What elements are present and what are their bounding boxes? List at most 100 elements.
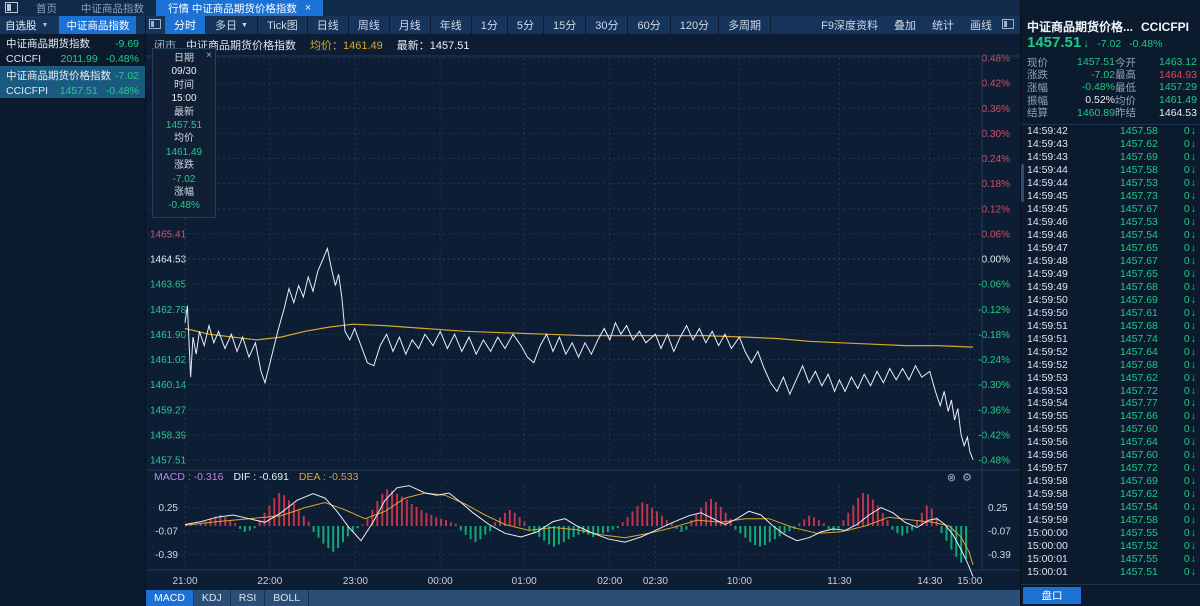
trade-time: 14:59:57 [1027,462,1079,474]
quote-code: CCICFPI [1141,20,1189,34]
trade-row: 14:59:491457.680↓ [1021,280,1200,293]
period-tab[interactable]: 1分 [472,16,508,34]
close-icon[interactable]: × [305,2,311,14]
indicator-tab-rsi[interactable]: RSI [231,590,266,606]
trade-row: 14:59:441457.530↓ [1021,177,1200,190]
down-arrow-icon: ↓ [1191,229,1196,241]
toolbar-action[interactable]: 叠加 [886,17,924,33]
toolbar-action[interactable]: F9深度资料 [813,17,886,33]
down-arrow-icon: ↓ [1191,203,1196,215]
svg-text:1461.90: 1461.90 [150,330,187,341]
gear-icon[interactable]: ⚙ [962,472,978,484]
close-icon[interactable]: × [206,50,212,61]
trade-row: 14:59:521457.640↓ [1021,345,1200,358]
trade-volume: 0 [1184,501,1190,513]
toolbar-action[interactable]: 画线 [962,17,1000,33]
down-arrow-icon: ↓ [1191,423,1196,435]
trade-price: 1457.58 [1079,514,1158,526]
down-arrow-icon: ↓ [1191,566,1196,578]
watchlist-item-line2: CCICFI2011.99-0.48% [6,51,139,66]
trade-time: 14:59:45 [1027,190,1079,202]
intraday-chart[interactable]: 0.48%0.42%0.36%0.30%0.24%0.18%0.12%0.06%… [146,34,1020,590]
indicator-tab-kdj[interactable]: KDJ [194,590,231,606]
svg-text:1460.14: 1460.14 [150,380,187,391]
layout-grid-icon[interactable] [149,19,161,29]
down-arrow-icon: ↓ [1191,359,1196,371]
trade-volume: 0 [1184,229,1190,241]
stat-label: 结算 [1027,105,1053,120]
price-change: -7.02 [1097,38,1121,50]
period-tab[interactable]: 日线 [308,16,349,34]
trade-volume: 0 [1184,190,1190,202]
period-tab[interactable]: 多周期 [719,16,771,34]
order-book-button[interactable]: 盘口 [1023,587,1081,604]
period-tab[interactable]: 60分 [628,16,670,34]
svg-text:1463.65: 1463.65 [150,280,187,291]
index-group-button[interactable]: 中证商品指数 [59,16,136,34]
trade-row: 14:59:491457.650↓ [1021,267,1200,280]
trade-volume: 0 [1184,436,1190,448]
trade-list-scrollbar[interactable] [1021,164,1024,202]
trade-price: 1457.51 [1079,566,1158,578]
trade-row: 14:59:431457.620↓ [1021,138,1200,151]
period-tab[interactable]: 月线 [390,16,431,34]
period-tab[interactable]: 分时 [165,16,206,34]
trade-volume: 0 [1184,527,1190,539]
indicator-tab-macd[interactable]: MACD [146,590,194,606]
panel-layout-icon[interactable] [1002,19,1014,29]
trade-volume: 0 [1184,346,1190,358]
period-tab[interactable]: 120分 [671,16,719,34]
trade-row: 14:59:461457.540↓ [1021,229,1200,242]
trade-price: 1457.68 [1079,359,1158,371]
trade-price: 1457.60 [1079,449,1158,461]
close-circle-icon[interactable]: ⊗ [947,472,962,484]
chart-header: 闭市 中证商品期货价格指数 均价：1461.49 最新：1457.51 [146,34,1020,56]
trade-row: 14:59:541457.770↓ [1021,397,1200,410]
trade-price: 1457.55 [1079,553,1158,565]
instrument-code: CCICFPI [6,85,48,97]
tick-trade-list[interactable]: 14:59:421457.580↓14:59:431457.620↓14:59:… [1021,124,1200,578]
svg-text:1465.41: 1465.41 [150,229,187,240]
period-tab-label: 日线 [317,17,339,33]
down-arrow-icon: ↓ [1191,397,1196,409]
top-tab[interactable]: 行情 中证商品期货价格指数× [156,0,323,16]
watchlist-item[interactable]: 中证商品期货指数-9.69CCICFI2011.99-0.48% [0,34,145,66]
watchlist-item-line2: CCICFPI1457.51-0.48% [6,83,139,98]
svg-text:11:30: 11:30 [827,576,852,587]
watchlist-item[interactable]: 中证商品期货价格指数-7.02CCICFPI1457.51-0.48% [0,66,145,98]
period-tab[interactable]: 15分 [544,16,586,34]
svg-text:15:00: 15:00 [957,576,982,587]
period-tab[interactable]: Tick图 [258,16,308,34]
toolbar-action[interactable]: 统计 [924,17,962,33]
trade-row: 14:59:451457.670↓ [1021,203,1200,216]
trade-volume: 0 [1184,294,1190,306]
stat-value: 1463.12 [1141,56,1197,68]
trade-time: 14:59:52 [1027,359,1079,371]
down-arrow-icon: ↓ [1191,333,1196,345]
stat-value: -0.48% [1053,81,1115,93]
svg-text:22:00: 22:00 [257,576,282,587]
period-tab[interactable]: 5分 [508,16,544,34]
tooltip-rows: 日期09/30时间15:00最新1457.51均价1461.49涨跌-7.02涨… [153,52,215,213]
trade-price: 1457.65 [1079,268,1158,280]
tooltip-value: -0.48% [153,199,215,212]
down-arrow-icon: ↓ [1191,488,1196,500]
top-tab[interactable]: 中证商品指数 [69,0,156,16]
svg-text:0.36%: 0.36% [982,104,1010,115]
period-tab[interactable]: 多日▼ [206,16,258,34]
period-tab-label: 1分 [481,17,498,33]
period-tab-label: 60分 [637,17,660,33]
trade-price: 1457.69 [1079,475,1158,487]
period-tab[interactable]: 年线 [431,16,472,34]
period-tab[interactable]: 周线 [349,16,390,34]
indicator-tab-boll[interactable]: BOLL [265,590,309,606]
trade-row: 15:00:001457.550↓ [1021,527,1200,540]
tooltip-value: -7.02 [153,173,215,186]
trade-volume: 0 [1184,462,1190,474]
watchlist-group-dropdown[interactable]: 自选股 ▼ [0,18,53,33]
instrument-pct: -0.48% [106,85,139,97]
period-tab[interactable]: 30分 [586,16,628,34]
app-window-icon[interactable] [5,2,18,13]
top-tab[interactable]: 首页 [24,0,69,16]
trade-price: 1457.64 [1079,346,1158,358]
